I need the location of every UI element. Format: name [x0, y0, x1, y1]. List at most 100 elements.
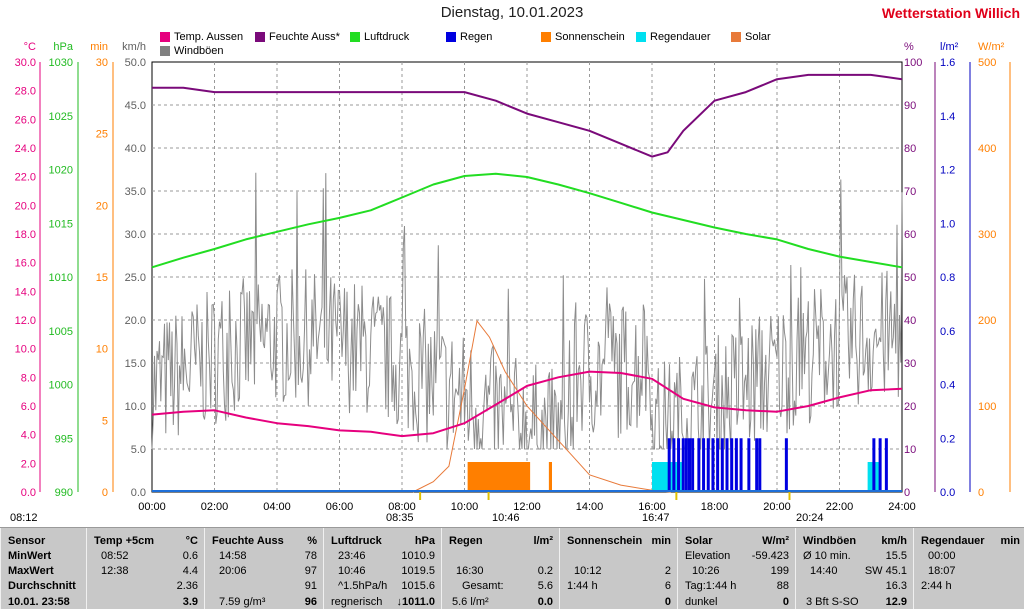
event-sunrise: 08:35: [386, 512, 414, 524]
legend-label: Sonnenschein: [555, 31, 625, 43]
rain-tick-label: 1.0: [940, 218, 955, 230]
table-cell: 10.01. 23:58: [8, 596, 70, 608]
weather-chart: 00:00 02:00 04:00 06:00 08:00 10:00 12:00 14:00…: [15, 41, 1011, 513]
kmh-tick-label: 25.0: [125, 272, 146, 284]
x-tick-label: 02:00: [201, 501, 229, 513]
table-cell: 12.9: [885, 596, 907, 608]
table-cell: 18:07: [928, 565, 956, 577]
temp-tick-label: 12.0: [15, 315, 36, 327]
solar-tick-label: 400: [978, 143, 996, 155]
min-tick-label: 15: [96, 272, 108, 284]
rain-bar: [677, 438, 681, 492]
table-cell: 0: [782, 596, 789, 608]
x-tick-label: 00:00: [138, 501, 166, 513]
table-cell: 20:06: [219, 565, 247, 577]
pct-tick-label: 80: [904, 143, 916, 155]
press-tick-label: 1010: [49, 272, 73, 284]
table-header: Regen: [449, 535, 483, 547]
kmh-tick-label: 45.0: [125, 100, 146, 112]
table-cell: MaxWert: [8, 565, 54, 577]
legend-label: Luftdruck: [364, 31, 410, 43]
table-cell: Durchschnitt: [8, 580, 76, 592]
station-name: Wetterstation Willich: [881, 5, 1020, 21]
rain-bar: [691, 438, 695, 492]
pct-tick-label: 70: [904, 186, 916, 198]
pct-tick-label: 60: [904, 229, 916, 241]
table-cell: 0.6: [182, 550, 198, 562]
pct-tick-label: 100: [904, 57, 922, 69]
table-header: Sensor: [8, 535, 46, 547]
table-header: Windböen: [803, 535, 857, 547]
temp-tick-label: 16.0: [15, 258, 36, 270]
legend-item-rain: Regen: [446, 31, 492, 43]
solar-tick-label: 200: [978, 315, 996, 327]
rain-bar: [878, 438, 882, 492]
min-tick-label: 25: [96, 129, 108, 141]
kmh-tick-label: 40.0: [125, 143, 146, 155]
rain-axis-unit: l/m²: [940, 41, 959, 53]
kmh-tick-label: 50.0: [125, 57, 146, 69]
x-tick-label: 10:00: [451, 501, 479, 513]
legend-label: Feuchte Auss*: [269, 31, 340, 43]
rain-bar: [672, 438, 676, 492]
table-cell: 2.36: [176, 580, 198, 592]
temp-tick-label: 24.0: [15, 143, 36, 155]
legend-swatch: [541, 32, 551, 42]
table-col-sensor: Sensor MinWert MaxWert Durchschnitt 10.0…: [0, 528, 86, 609]
temp-axis-unit: °C: [24, 41, 36, 53]
temp-tick-label: 10.0: [15, 344, 36, 356]
table-cell: ^1.5hPa/h: [338, 580, 388, 592]
table-cell: 00:00: [928, 550, 956, 562]
table-cell: 2: [664, 565, 671, 577]
kmh-tick-label: 20.0: [125, 315, 146, 327]
table-cell: 2:44 h: [921, 580, 952, 592]
rain-bar: [667, 438, 671, 492]
table-unit: W/m²: [762, 535, 789, 547]
kmh-tick-label: 5.0: [131, 444, 146, 456]
table-cell: Ø 10 min.: [803, 550, 851, 562]
rain-bar: [716, 438, 720, 492]
legend-label: Solar: [745, 31, 771, 43]
press-tick-label: 1020: [49, 165, 73, 177]
table-col-pressure: Luftdruck hPa 23:46 1010.9 10:46 1019.5 …: [323, 528, 441, 609]
min-tick-label: 5: [102, 415, 108, 427]
stats-table: Sensor MinWert MaxWert Durchschnitt 10.0…: [0, 527, 1024, 609]
table-cell: 96: [304, 596, 317, 608]
table-header: Feuchte Auss: [212, 535, 284, 547]
table-cell: 3 Bft S-SO: [806, 596, 859, 608]
x-tick-label: 22:00: [826, 501, 854, 513]
press-axis-unit: hPa: [53, 41, 73, 53]
x-tick-label: 20:00: [763, 501, 791, 513]
rain-bar: [758, 438, 762, 492]
table-cell: 88: [776, 580, 789, 592]
table-cell: 0.2: [537, 565, 553, 577]
table-cell: 15.5: [885, 550, 907, 562]
table-cell: 1015.6: [401, 580, 435, 592]
table-cell: 97: [304, 565, 317, 577]
table-unit: km/h: [881, 535, 907, 547]
table-unit: l/m²: [533, 535, 553, 547]
table-cell: -59.423: [751, 550, 789, 562]
min-tick-label: 0: [102, 487, 108, 499]
legend-item-sunshine: Sonnenschein: [541, 31, 625, 43]
rain-bar: [739, 438, 743, 492]
rain-tick-label: 0.4: [940, 380, 955, 392]
rain-tick-label: 0.2: [940, 433, 955, 445]
rain-tick-label: 0.8: [940, 272, 955, 284]
table-cell: MinWert: [8, 550, 52, 562]
event-sunset: 16:47: [642, 512, 670, 524]
legend-swatch: [160, 32, 170, 42]
legend-label: Windböen: [174, 45, 224, 57]
kmh-axis-unit: km/h: [122, 41, 146, 53]
table-cell: 7.59 g/m³: [219, 596, 266, 608]
table-header: Luftdruck: [331, 535, 382, 547]
rain-bar: [725, 438, 729, 492]
event-solar-noon: 10:46: [492, 512, 520, 524]
table-unit: min: [1000, 535, 1020, 547]
table-unit: %: [307, 535, 317, 547]
table-cell: SW 45.1: [864, 565, 907, 577]
table-col-sunshine: Sonnenschein min 10:12 2 1:44 h 6 0: [559, 528, 677, 609]
rain-tick-label: 1.4: [940, 111, 955, 123]
legend-swatch: [636, 32, 646, 42]
x-tick-label: 04:00: [263, 501, 291, 513]
